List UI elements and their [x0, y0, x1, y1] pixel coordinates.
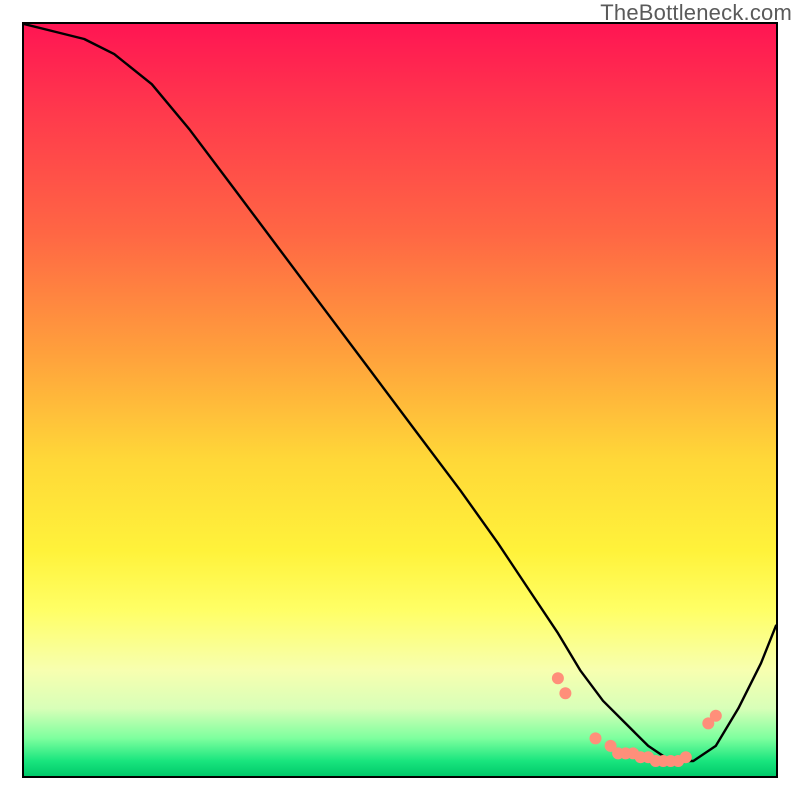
chart-frame: TheBottleneck.com: [0, 0, 800, 800]
marker-layer: [552, 672, 722, 767]
highlight-point: [680, 751, 692, 763]
highlight-point: [710, 710, 722, 722]
highlight-point: [552, 672, 564, 684]
plot-svg: [24, 24, 776, 776]
plot-area: [22, 22, 778, 778]
bottleneck-curve: [24, 24, 776, 761]
highlight-point: [590, 732, 602, 744]
curve-layer: [24, 24, 776, 761]
highlight-point: [559, 687, 571, 699]
